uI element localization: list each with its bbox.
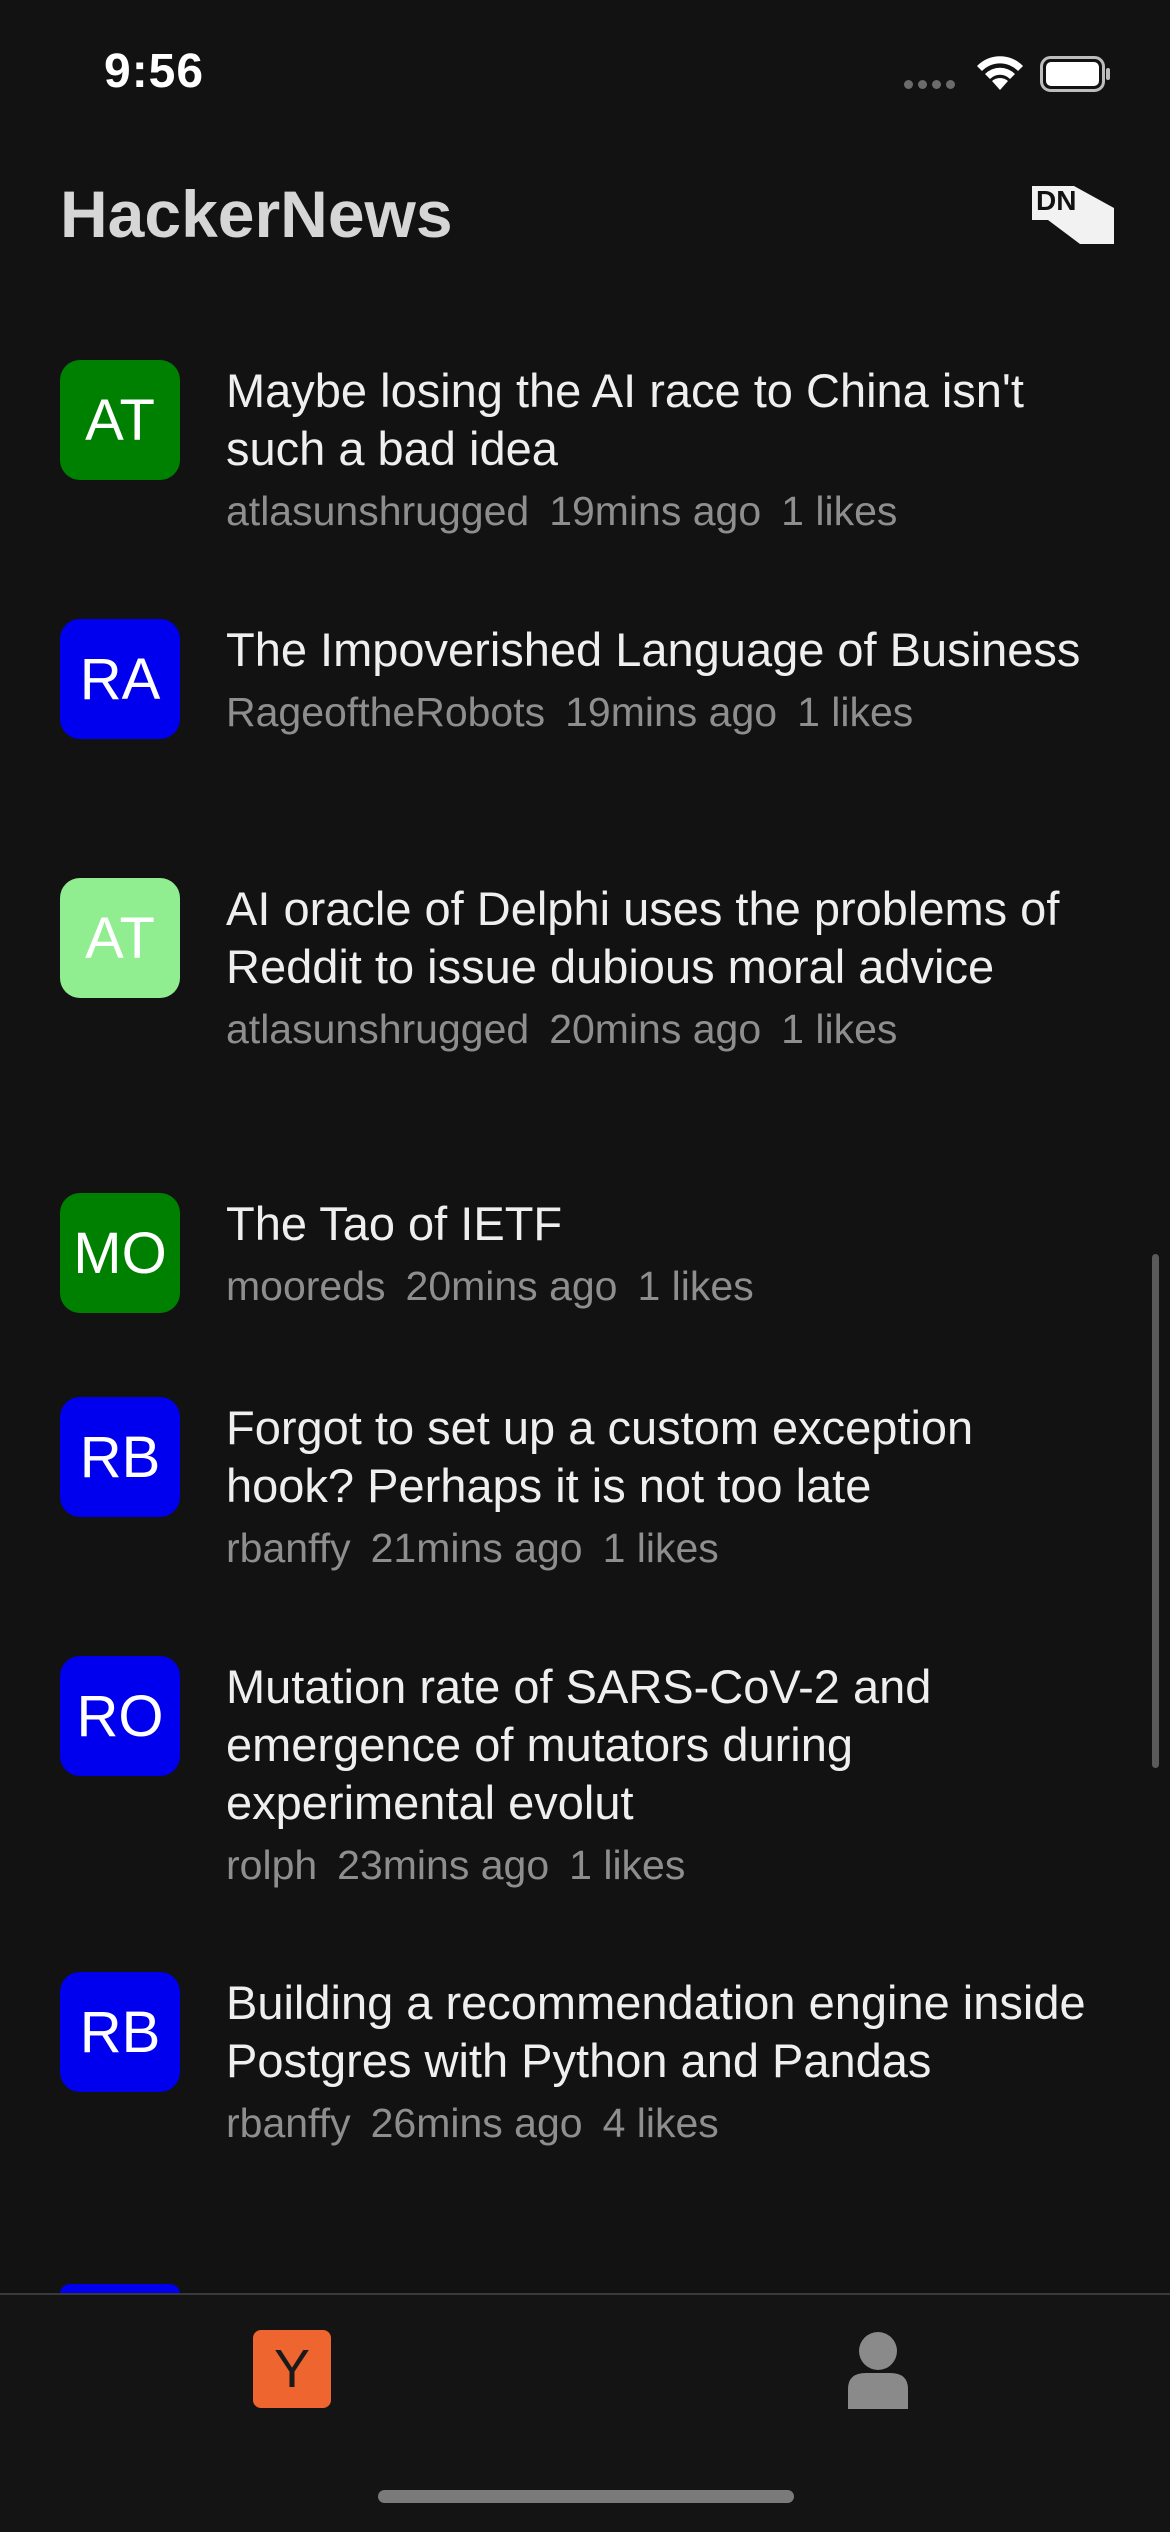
story-time: 23mins ago (337, 1842, 550, 1888)
avatar: RO (60, 1656, 180, 1776)
story-time: 21mins ago (370, 1525, 583, 1571)
story-meta: atlasunshrugged 20mins ago 1 likes (226, 1004, 1096, 1054)
story-likes: 1 likes (637, 1263, 754, 1309)
story-meta: RageoftheRobots 19mins ago 1 likes (226, 687, 1096, 737)
story-likes: 1 likes (602, 1525, 719, 1571)
story-author: rbanffy (226, 2100, 351, 2146)
story-time: 19mins ago (549, 488, 762, 534)
screen: 9:56 HackerNews DN AT Maybe losing the A… (0, 0, 1170, 2532)
dn-logo-icon[interactable]: DN (1030, 180, 1114, 246)
story-title[interactable]: Forgot to set up a custom exception hook… (226, 1399, 1096, 1515)
status-bar: 9:56 (0, 0, 1170, 140)
story-author: atlasunshrugged (226, 488, 530, 534)
story-likes: 1 likes (797, 689, 914, 735)
story-meta: rbanffy 21mins ago 1 likes (226, 1523, 1096, 1573)
story-likes: 1 likes (781, 1006, 898, 1052)
story-title[interactable]: AI oracle of Delphi uses the problems of… (226, 880, 1096, 996)
dn-logo-text: DN (1036, 185, 1076, 216)
story-title[interactable]: Building a recommendation engine inside … (226, 1974, 1096, 2090)
story-likes: 4 likes (602, 2100, 719, 2146)
home-indicator[interactable] (378, 2490, 794, 2503)
cellular-signal-icon (904, 80, 960, 92)
story-title[interactable]: The Tao of IETF (226, 1195, 1096, 1253)
story-author: rbanffy (226, 1525, 351, 1571)
tab-news[interactable]: Y (253, 2330, 331, 2408)
story-author: atlasunshrugged (226, 1006, 530, 1052)
story-time: 20mins ago (549, 1006, 762, 1052)
story-time: 20mins ago (405, 1263, 618, 1309)
story-time: 26mins ago (370, 2100, 583, 2146)
story-meta: rbanffy 26mins ago 4 likes (226, 2098, 1096, 2148)
avatar: RA (60, 619, 180, 739)
story-meta: atlasunshrugged 19mins ago 1 likes (226, 486, 1096, 536)
story-author: mooreds (226, 1263, 386, 1309)
status-time: 9:56 (104, 45, 205, 98)
profile-icon[interactable] (846, 2329, 910, 2409)
wifi-icon (977, 56, 1023, 90)
story-title[interactable]: Mutation rate of SARS-CoV-2 and emergenc… (226, 1658, 1096, 1832)
scrollbar[interactable] (1152, 1254, 1159, 1768)
story-meta: rolph 23mins ago 1 likes (226, 1840, 1096, 1890)
avatar: RB (60, 1397, 180, 1517)
avatar: AT (60, 360, 180, 480)
story-author: rolph (226, 1842, 318, 1888)
story-title[interactable]: Maybe losing the AI race to China isn't … (226, 362, 1096, 478)
page-title: HackerNews (60, 177, 453, 251)
story-meta: mooreds 20mins ago 1 likes (226, 1261, 1096, 1311)
avatar: MO (60, 1193, 180, 1313)
avatar: AT (60, 878, 180, 998)
story-time: 19mins ago (565, 689, 778, 735)
battery-icon (1040, 56, 1110, 92)
avatar: RB (60, 1972, 180, 2092)
story-likes: 1 likes (569, 1842, 686, 1888)
story-author: RageoftheRobots (226, 689, 546, 735)
story-likes: 1 likes (781, 488, 898, 534)
story-title[interactable]: The Impoverished Language of Business (226, 621, 1096, 679)
